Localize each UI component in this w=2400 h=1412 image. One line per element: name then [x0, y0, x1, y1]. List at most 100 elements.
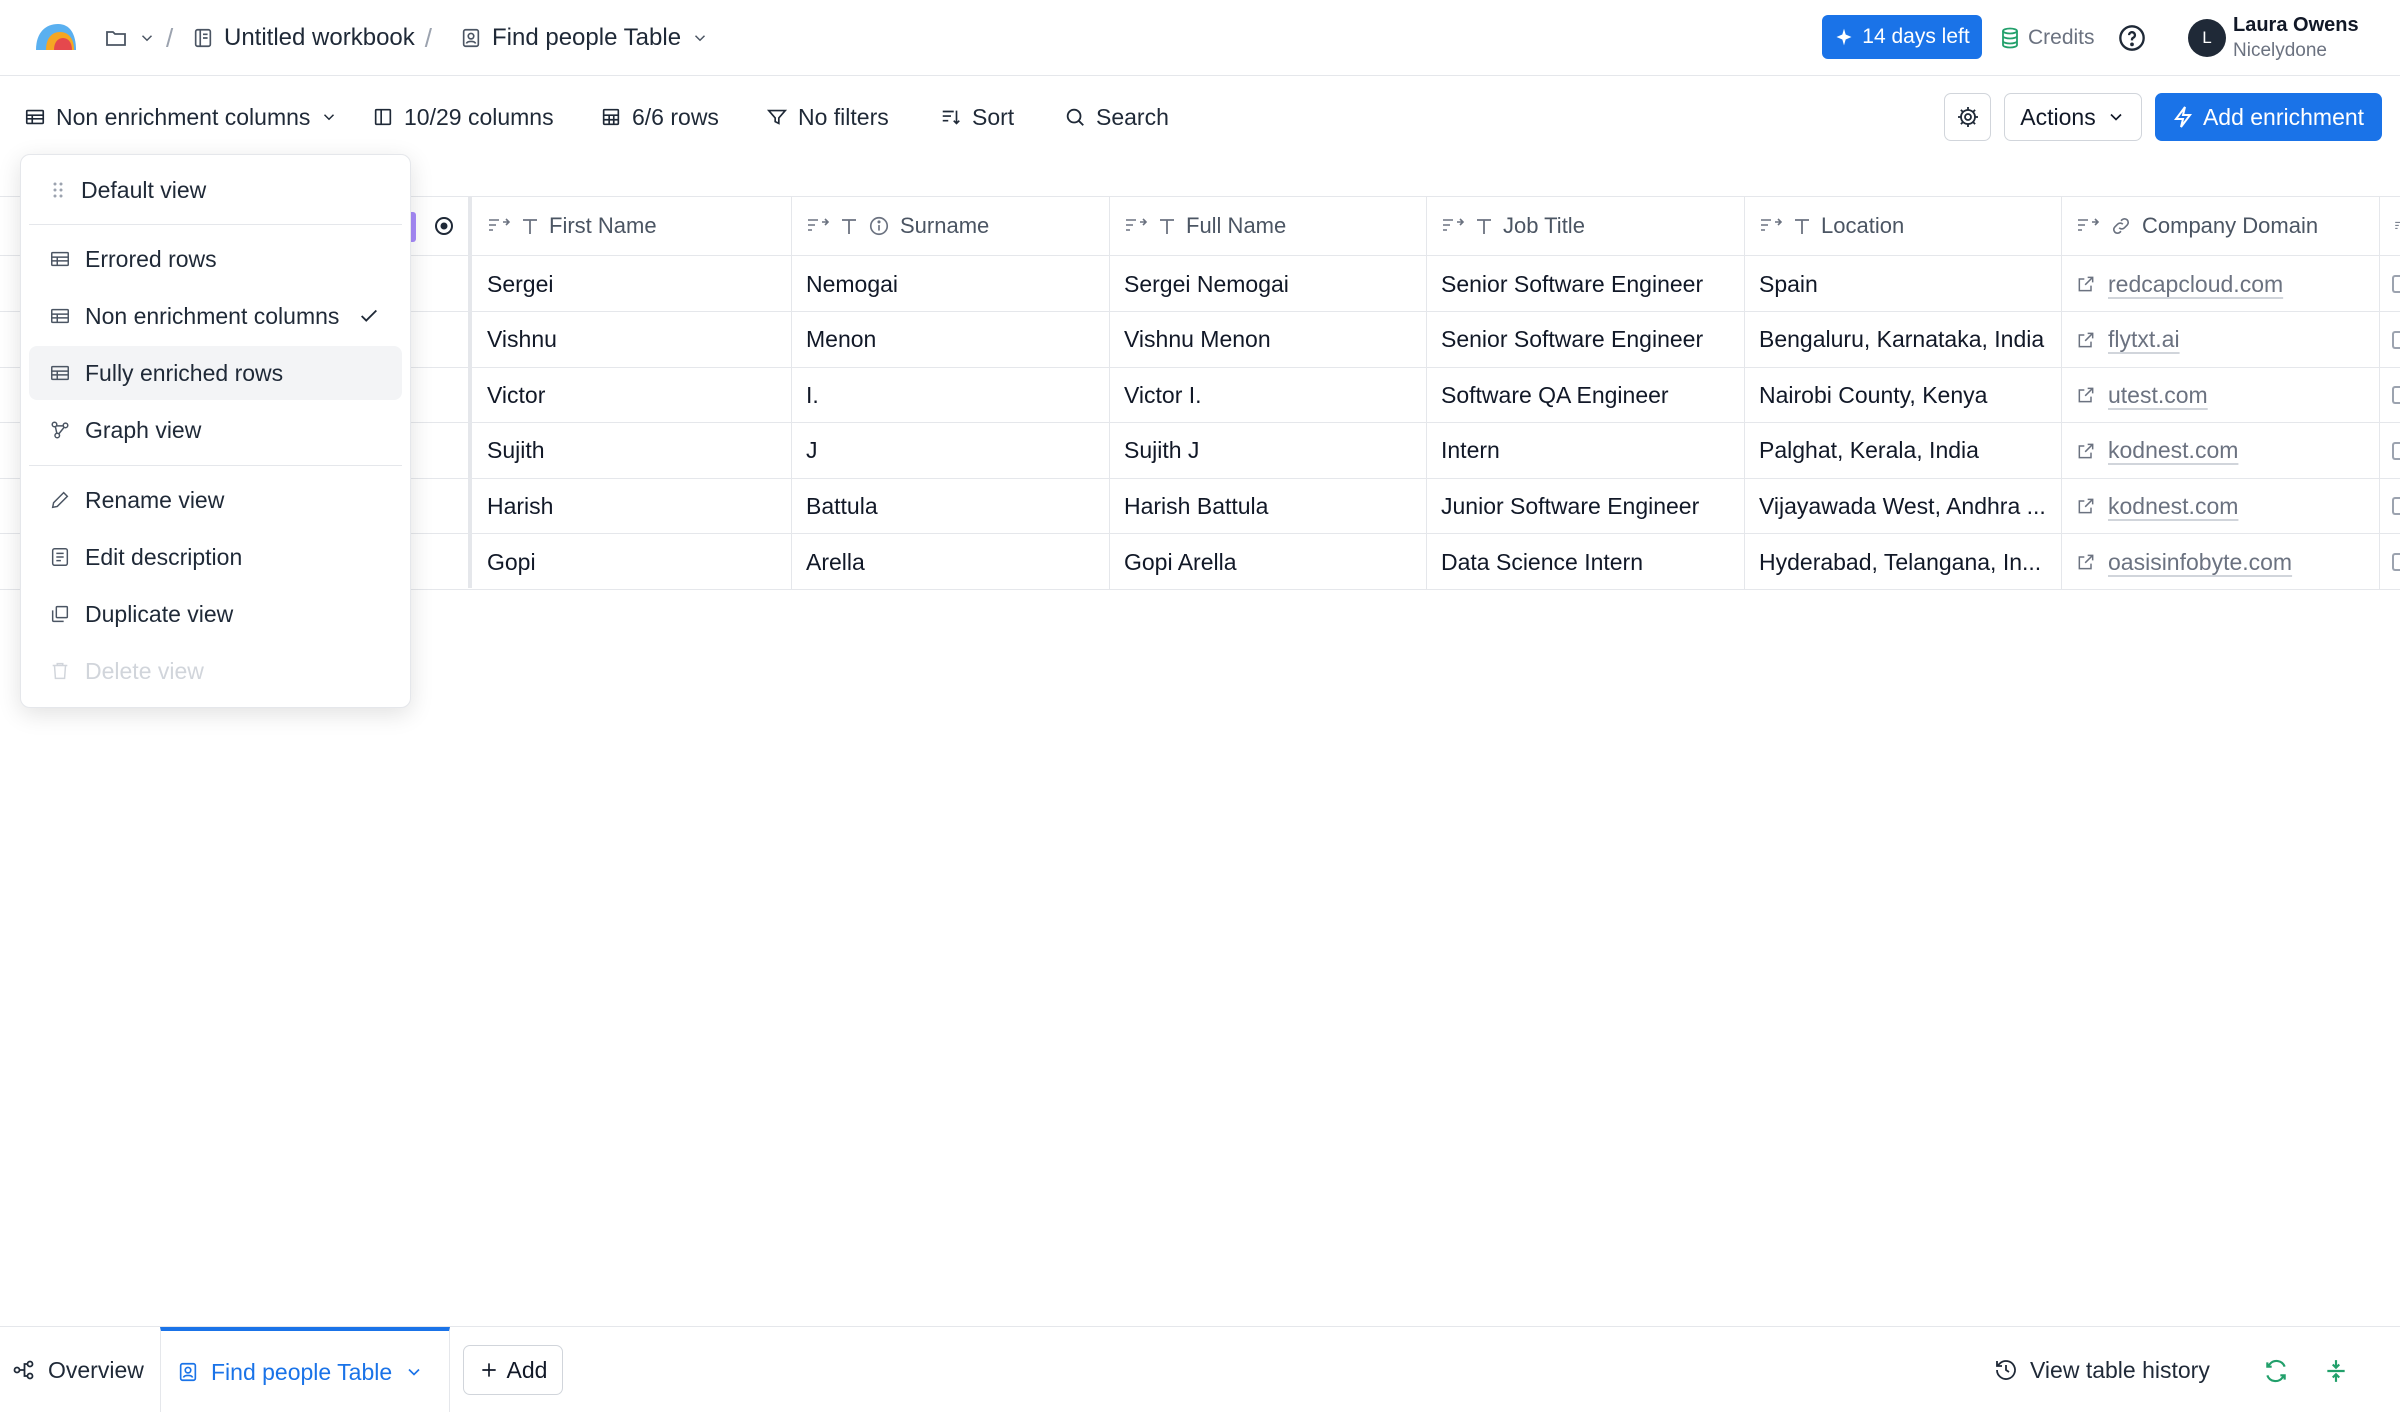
menu-item-duplicate-view[interactable]: Duplicate view — [29, 587, 402, 641]
table-cell[interactable]: Harish Battula — [1110, 478, 1427, 535]
help-icon[interactable] — [2118, 24, 2146, 52]
table-cell[interactable]: Data Science Intern — [1427, 534, 1745, 590]
table-cell[interactable]: Senior Software Engineer — [1427, 256, 1745, 312]
menu-item-non-enrichment-columns[interactable]: Non enrichment columns — [29, 289, 402, 343]
table-title: Find people Table — [492, 24, 682, 51]
sort-button[interactable]: Sort — [940, 97, 1014, 137]
menu-item-edit-description[interactable]: Edit description — [29, 530, 402, 584]
column-header-overflow[interactable] — [2380, 196, 2400, 256]
sort-rows-icon — [808, 218, 830, 231]
company-domain-link[interactable]: oasisinfobyte.com — [2108, 549, 2292, 576]
add-column-icon[interactable] — [432, 214, 456, 238]
table-cell[interactable]: Arella — [792, 534, 1110, 590]
table-cell[interactable]: Junior Software Engineer — [1427, 478, 1745, 535]
folder-menu[interactable]: / — [104, 22, 173, 54]
menu-item-label: Default view — [81, 176, 207, 203]
table-cell[interactable]: Nairobi County, Kenya — [1745, 367, 2062, 424]
filters-button[interactable]: No filters — [766, 97, 889, 137]
company-domain-link[interactable]: kodnest.com — [2108, 493, 2238, 520]
breadcrumb-table[interactable]: Find people Table — [460, 22, 709, 54]
table-cell[interactable]: Sergei — [473, 256, 792, 312]
text-type-icon — [523, 219, 537, 234]
table-cell[interactable]: I. — [792, 367, 1110, 424]
external-link-icon — [2078, 554, 2094, 570]
menu-item-default-view[interactable]: Default view — [29, 163, 402, 217]
tab-find-people-table[interactable]: Find people Table — [160, 1327, 450, 1412]
company-domain-link[interactable]: kodnest.com — [2108, 437, 2238, 464]
table-cell[interactable]: Gopi — [473, 534, 792, 590]
company-domain-link[interactable]: flytxt.ai — [2108, 326, 2180, 353]
column-header-job-title[interactable]: Job Title — [1427, 196, 1745, 256]
menu-item-graph-view[interactable]: Graph view — [29, 403, 402, 457]
table-cell[interactable]: oasisinfobyte.com — [2062, 534, 2380, 590]
table-cell[interactable]: Victor I. — [1110, 367, 1427, 424]
actions-button[interactable]: Actions — [2004, 93, 2142, 141]
table-cell[interactable]: flytxt.ai — [2062, 311, 2380, 368]
rows-button[interactable]: 6/6 rows — [600, 97, 719, 137]
text-type-icon — [1160, 219, 1174, 234]
cell-text: Vijayawada West, Andhra ... — [1759, 492, 2046, 519]
settings-button[interactable] — [1944, 93, 1991, 141]
company-domain-link[interactable]: utest.com — [2108, 382, 2208, 409]
table-cell[interactable]: Sujith J — [1110, 422, 1427, 479]
table-cell[interactable]: utest.com — [2062, 367, 2380, 424]
table-cell[interactable]: Battula — [792, 478, 1110, 535]
table-cell[interactable]: Spain — [1745, 256, 2062, 312]
view-table-history-button[interactable]: View table history — [1994, 1327, 2210, 1412]
search-label: Search — [1096, 103, 1169, 130]
menu-item-errored-rows[interactable]: Errored rows — [29, 232, 402, 286]
table-cell[interactable]: Sergei Nemogai — [1110, 256, 1427, 312]
table-cell[interactable]: Harish — [473, 478, 792, 535]
column-header-full-name[interactable]: Full Name — [1110, 196, 1427, 256]
table-cell[interactable]: Sujith — [473, 422, 792, 479]
column-header-location[interactable]: Location — [1745, 196, 2062, 256]
cell-text: Hyderabad, Telangana, In... — [1759, 548, 2042, 575]
sort-rows-icon — [2078, 218, 2100, 231]
table-cell[interactable]: Menon — [792, 311, 1110, 368]
table-cell[interactable]: Senior Software Engineer — [1427, 311, 1745, 368]
table-cell[interactable]: Nemogai — [792, 256, 1110, 312]
view-selector[interactable]: Non enrichment columns — [24, 97, 338, 137]
cell-text: Gopi Arella — [1124, 548, 1237, 575]
menu-item-fully-enriched-rows[interactable]: Fully enriched rows — [29, 346, 402, 400]
column-header-first-name[interactable]: First Name — [473, 196, 792, 256]
collapse-icon[interactable] — [2323, 1358, 2349, 1384]
table-cell[interactable]: J — [792, 422, 1110, 479]
table-cell[interactable]: Gopi Arella — [1110, 534, 1427, 590]
menu-item-rename-view[interactable]: Rename view — [29, 473, 402, 527]
columns-icon — [374, 108, 392, 126]
table-cell[interactable]: redcapcloud.com — [2062, 256, 2380, 312]
search-button[interactable]: Search — [1064, 97, 1169, 137]
chevron-down-icon — [408, 1368, 420, 1376]
sort-rows-icon — [2395, 221, 2400, 229]
columns-button[interactable]: 10/29 columns — [372, 97, 554, 137]
table-cell[interactable]: Vishnu — [473, 311, 792, 368]
table-cell[interactable]: Bengaluru, Karnataka, India — [1745, 311, 2062, 368]
avatar[interactable]: L — [2188, 19, 2226, 57]
company-domain-link[interactable]: redcapcloud.com — [2108, 271, 2283, 298]
table-cell[interactable]: Vishnu Menon — [1110, 311, 1427, 368]
sort-icon — [942, 110, 960, 125]
table-cell[interactable]: Software QA Engineer — [1427, 367, 1745, 424]
table-cell[interactable]: Hyderabad, Telangana, In... — [1745, 534, 2062, 590]
table-cell[interactable]: kodnest.com — [2062, 422, 2380, 479]
cell-text: Sujith J — [1124, 437, 1200, 464]
table-cell[interactable]: Intern — [1427, 422, 1745, 479]
cell-text: Vishnu — [487, 326, 557, 353]
text-type-icon — [1795, 219, 1809, 234]
column-header-surname[interactable]: Surname — [792, 196, 1110, 256]
add-enrichment-button[interactable]: Add enrichment — [2155, 93, 2382, 141]
trial-badge[interactable]: 14 days left — [1822, 15, 1982, 59]
table-cell[interactable]: Victor — [473, 367, 792, 424]
overview-tab[interactable]: Overview — [12, 1327, 144, 1412]
chevron-down-icon — [695, 35, 706, 42]
column-header-company-domain[interactable]: Company Domain — [2062, 196, 2380, 256]
add-tab-button[interactable]: Add — [463, 1345, 563, 1395]
app-logo[interactable] — [32, 20, 80, 52]
table-cell[interactable]: Palghat, Kerala, India — [1745, 422, 2062, 479]
breadcrumb-workbook[interactable]: Untitled workbook / — [192, 22, 432, 54]
refresh-icon[interactable] — [2263, 1358, 2289, 1384]
table-cell[interactable]: Vijayawada West, Andhra ... — [1745, 478, 2062, 535]
credits-button[interactable]: Credits — [2000, 22, 2095, 54]
table-cell[interactable]: kodnest.com — [2062, 478, 2380, 535]
